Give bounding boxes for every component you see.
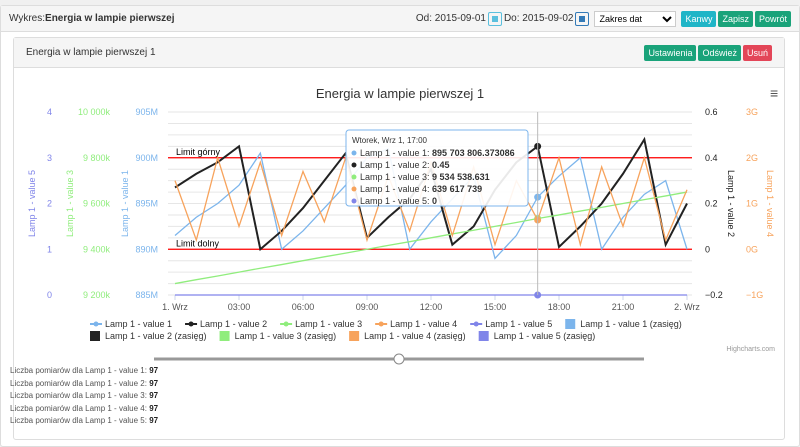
y-axis-title-v1: Lamp 1 - value 1 [120, 170, 130, 237]
y-axis-title-v5: Lamp 1 - value 5 [27, 170, 37, 237]
y-tick-label-v4: 3G [746, 107, 758, 117]
limit-label: Limit dolny [176, 238, 220, 248]
y-tick-label-v1: 900M [135, 153, 158, 163]
tooltip-row: Lamp 1 - value 3: 9 534 538.631 [360, 172, 490, 182]
legend-item[interactable]: Lamp 1 - value 2 (zasięg) [105, 331, 207, 341]
y-axis-title-v4: Lamp 1 - value 4 [765, 170, 775, 237]
y-tick-label-v3: 10 000k [78, 107, 111, 117]
legend-item[interactable]: Lamp 1 - value 3 [295, 319, 362, 329]
x-tick-label: 03:00 [228, 302, 251, 312]
chart-title: Energia w lampie pierwszej 1 [316, 86, 484, 101]
y-tick-label-v4: 2G [746, 153, 758, 163]
x-tick-label: 1. Wrz [162, 302, 188, 312]
y-tick-label-v5: 0 [47, 290, 52, 300]
x-tick-label: 09:00 [356, 302, 379, 312]
y-tick-label-v5: 1 [47, 244, 52, 254]
y-tick-label-v2: 0 [705, 244, 710, 254]
legend-item[interactable]: Lamp 1 - value 5 [485, 319, 552, 329]
y-tick-label-v2: 0.6 [705, 107, 718, 117]
measurement-count: Liczba pomiarów dla Lamp 1 - value 1: 97 [10, 366, 159, 375]
legend-item[interactable]: Lamp 1 - value 4 [390, 319, 457, 329]
y-tick-label-v3: 9 600k [83, 199, 111, 209]
tooltip-row: Lamp 1 - value 2: 0.45 [360, 160, 450, 170]
y-tick-label-v2: −0.2 [705, 290, 723, 300]
x-tick-label: 18:00 [548, 302, 571, 312]
x-tick-label: 21:00 [612, 302, 635, 312]
y-tick-label-v3: 9 800k [83, 153, 111, 163]
y-tick-label-v5: 2 [47, 199, 52, 209]
y-tick-label-v4: −1G [746, 290, 763, 300]
tooltip-row: Lamp 1 - value 1: 895 703 806.373086 [360, 148, 515, 158]
x-tick-label: 12:00 [420, 302, 443, 312]
y-tick-label-v3: 9 200k [83, 290, 111, 300]
y-tick-label-v5: 4 [47, 107, 52, 117]
x-tick-label: 06:00 [292, 302, 315, 312]
legend-item[interactable]: Lamp 1 - value 2 [200, 319, 267, 329]
y-axis-title-v3: Lamp 1 - value 3 [65, 170, 75, 237]
legend-symbol [219, 331, 230, 341]
slider-handle[interactable] [393, 353, 405, 365]
tooltip-row: Lamp 1 - value 4: 639 617 739 [360, 184, 482, 194]
tooltip-row: Lamp 1 - value 5: 0 [360, 196, 437, 206]
y-tick-label-v4: 0G [746, 244, 758, 254]
credits: Highcharts.com [726, 346, 775, 353]
legend-symbol [478, 331, 489, 341]
y-tick-label-v5: 3 [47, 153, 52, 163]
limit-label: Limit górny [176, 147, 221, 157]
y-tick-label-v4: 1G [746, 199, 758, 209]
legend-symbol [349, 331, 360, 341]
measurement-count: Liczba pomiarów dla Lamp 1 - value 5: 97 [10, 416, 159, 425]
y-tick-label-v1: 885M [135, 290, 158, 300]
y-tick-label-v1: 890M [135, 244, 158, 254]
legend-symbol [565, 319, 576, 329]
y-tick-label-v1: 905M [135, 107, 158, 117]
y-axis-title-v2: Lamp 1 - value 2 [726, 170, 736, 237]
y-tick-label-v1: 895M [135, 199, 158, 209]
measurement-count: Liczba pomiarów dla Lamp 1 - value 3: 97 [10, 391, 159, 400]
legend-item[interactable]: Lamp 1 - value 1 (zasięg) [580, 319, 682, 329]
measurement-count: Liczba pomiarów dla Lamp 1 - value 2: 97 [10, 378, 159, 388]
tooltip: Wtorek, Wrz 1, 17:00 Lamp 1 - value 1: 89… [345, 129, 529, 207]
y-tick-label-v2: 0.2 [705, 199, 718, 209]
y-tick-label-v3: 9 400k [83, 244, 111, 254]
measurement-count: Liczba pomiarów dla Lamp 1 - value 4: 97 [10, 403, 159, 413]
menu-icon[interactable]: ≡ [770, 85, 778, 101]
legend-item[interactable]: Lamp 1 - value 1 [105, 319, 172, 329]
tooltip-header: Wtorek, Wrz 1, 17:00 [352, 136, 428, 145]
legend-item[interactable]: Lamp 1 - value 3 (zasięg) [235, 331, 337, 341]
legend-symbol [90, 331, 100, 341]
legend-item[interactable]: Lamp 1 - value 5 (zasięg) [494, 331, 596, 341]
x-tick-label: 2. Wrz [674, 302, 700, 312]
x-tick-label: 15:00 [484, 302, 507, 312]
legend-item[interactable]: Lamp 1 - value 4 (zasięg) [364, 331, 466, 341]
y-tick-label-v2: 0.4 [705, 153, 718, 163]
